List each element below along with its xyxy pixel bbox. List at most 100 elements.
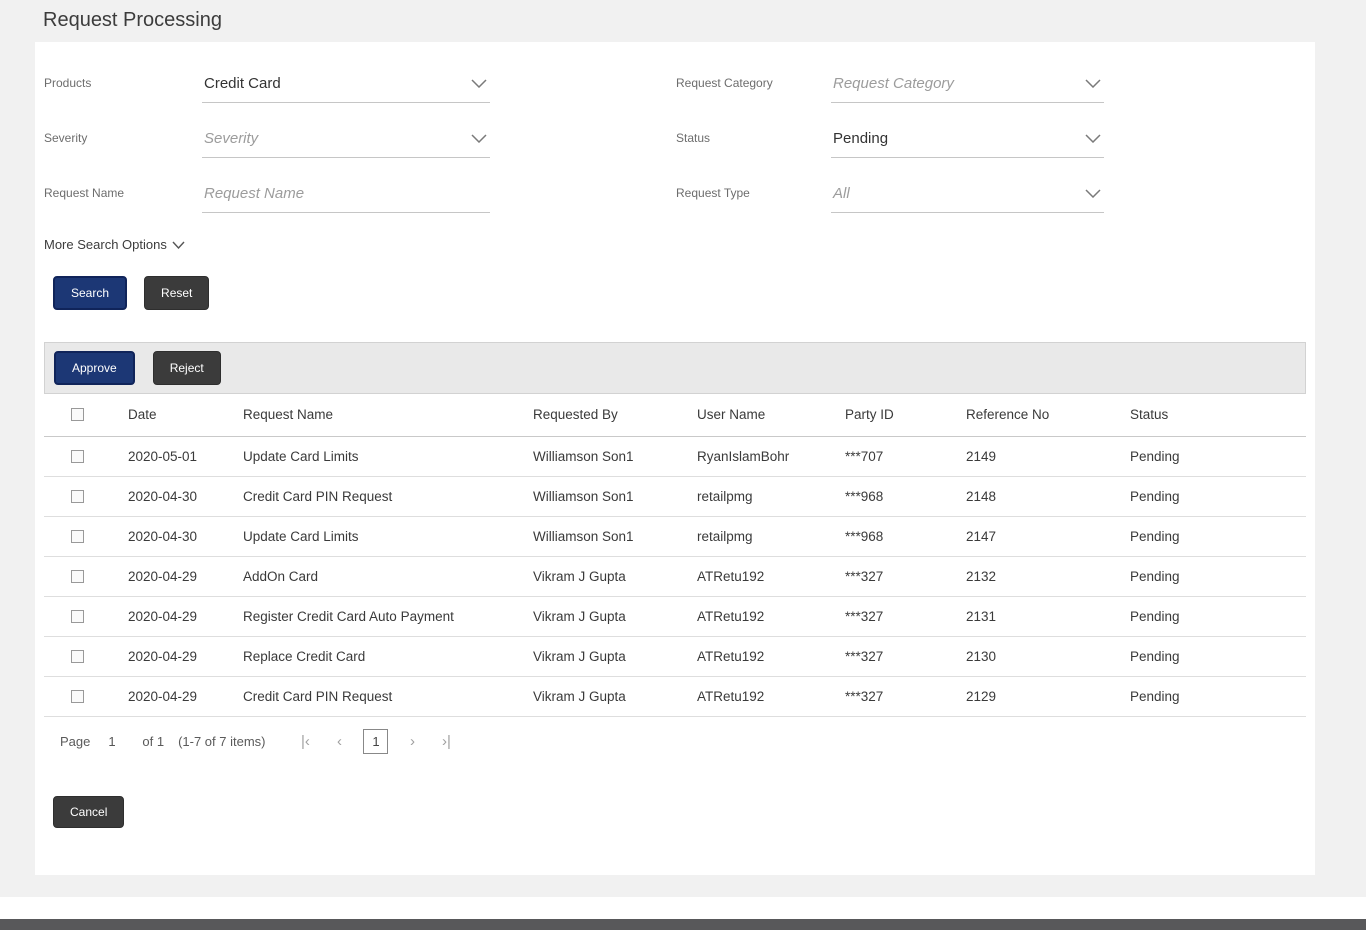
row-checkbox[interactable] bbox=[71, 490, 84, 503]
cell-date: 2020-04-30 bbox=[128, 476, 243, 516]
cell-reference-no: 2149 bbox=[966, 436, 1130, 476]
request-name-field[interactable] bbox=[202, 184, 490, 213]
page-label: Page bbox=[60, 734, 90, 749]
select-all-checkbox[interactable] bbox=[71, 408, 84, 421]
footer-bar bbox=[0, 919, 1366, 930]
cell-request-name: Update Card Limits bbox=[243, 436, 533, 476]
severity-select[interactable]: Severity bbox=[202, 129, 490, 158]
table-row: 2020-04-29 AddOn Card Vikram J Gupta ATR… bbox=[44, 556, 1306, 596]
cell-party-id: ***327 bbox=[845, 556, 966, 596]
request-category-select[interactable]: Request Category bbox=[831, 74, 1104, 103]
chevron-down-icon bbox=[172, 237, 185, 252]
prev-page-icon[interactable]: ‹ bbox=[329, 733, 349, 750]
products-select[interactable]: Credit Card bbox=[202, 74, 490, 103]
cell-party-id: ***327 bbox=[845, 596, 966, 636]
cell-reference-no: 2129 bbox=[966, 676, 1130, 716]
reset-button[interactable]: Reset bbox=[144, 276, 209, 310]
table-header-row: Date Request Name Requested By User Name… bbox=[44, 394, 1306, 436]
chevron-down-icon bbox=[1085, 134, 1101, 143]
cell-party-id: ***968 bbox=[845, 516, 966, 556]
footer-white-strip bbox=[0, 897, 1366, 919]
cell-requested-by: Williamson Son1 bbox=[533, 476, 697, 516]
requests-table: Date Request Name Requested By User Name… bbox=[44, 394, 1306, 717]
severity-label: Severity bbox=[44, 131, 202, 158]
cell-user-name: ATRetu192 bbox=[697, 556, 845, 596]
row-checkbox[interactable] bbox=[71, 690, 84, 703]
cell-status: Pending bbox=[1130, 556, 1306, 596]
cell-request-name: Credit Card PIN Request bbox=[243, 676, 533, 716]
cell-user-name: ATRetu192 bbox=[697, 596, 845, 636]
cell-requested-by: Vikram J Gupta bbox=[533, 556, 697, 596]
table-row: 2020-04-30 Update Card Limits Williamson… bbox=[44, 516, 1306, 556]
reject-button[interactable]: Reject bbox=[153, 351, 221, 385]
page-of-label: of 1 bbox=[142, 734, 164, 749]
col-user-name: User Name bbox=[697, 394, 845, 436]
pagination-nav: |‹ ‹ 1 › ›| bbox=[295, 729, 456, 754]
request-processing-card: Products Credit Card Request Category Re… bbox=[35, 42, 1315, 875]
severity-placeholder: Severity bbox=[204, 130, 258, 147]
cell-date: 2020-05-01 bbox=[128, 436, 243, 476]
request-type-value: All bbox=[833, 185, 850, 202]
next-page-icon[interactable]: › bbox=[402, 733, 422, 750]
last-page-icon[interactable]: ›| bbox=[436, 733, 456, 750]
request-category-placeholder: Request Category bbox=[833, 75, 954, 92]
more-search-options-link[interactable]: More Search Options bbox=[44, 237, 185, 252]
row-checkbox[interactable] bbox=[71, 450, 84, 463]
status-select[interactable]: Pending bbox=[831, 129, 1104, 158]
cell-reference-no: 2131 bbox=[966, 596, 1130, 636]
cell-status: Pending bbox=[1130, 596, 1306, 636]
col-date: Date bbox=[128, 394, 243, 436]
cell-user-name: retailpmg bbox=[697, 476, 845, 516]
products-value: Credit Card bbox=[204, 75, 281, 92]
cell-requested-by: Vikram J Gupta bbox=[533, 596, 697, 636]
cell-request-name: Register Credit Card Auto Payment bbox=[243, 596, 533, 636]
search-button[interactable]: Search bbox=[53, 276, 127, 310]
cell-party-id: ***327 bbox=[845, 636, 966, 676]
chevron-down-icon bbox=[1085, 189, 1101, 198]
cell-reference-no: 2147 bbox=[966, 516, 1130, 556]
first-page-icon[interactable]: |‹ bbox=[295, 733, 315, 750]
row-checkbox[interactable] bbox=[71, 610, 84, 623]
cell-requested-by: Vikram J Gupta bbox=[533, 636, 697, 676]
cell-status: Pending bbox=[1130, 636, 1306, 676]
table-row: 2020-04-29 Replace Credit Card Vikram J … bbox=[44, 636, 1306, 676]
cell-status: Pending bbox=[1130, 476, 1306, 516]
actions-toolbar: Approve Reject bbox=[44, 342, 1306, 394]
request-type-select[interactable]: All bbox=[831, 184, 1104, 213]
approve-button[interactable]: Approve bbox=[54, 351, 135, 385]
cell-party-id: ***968 bbox=[845, 476, 966, 516]
current-page-button[interactable]: 1 bbox=[363, 729, 388, 754]
chevron-down-icon bbox=[471, 134, 487, 143]
items-count-label: (1-7 of 7 items) bbox=[178, 734, 265, 749]
cell-request-name: Update Card Limits bbox=[243, 516, 533, 556]
table-row: 2020-04-30 Credit Card PIN Request Willi… bbox=[44, 476, 1306, 516]
cancel-button[interactable]: Cancel bbox=[53, 796, 124, 828]
row-checkbox[interactable] bbox=[71, 530, 84, 543]
request-name-input[interactable] bbox=[204, 185, 487, 202]
table-row: 2020-04-29 Credit Card PIN Request Vikra… bbox=[44, 676, 1306, 716]
cell-requested-by: Vikram J Gupta bbox=[533, 676, 697, 716]
status-label: Status bbox=[676, 131, 831, 158]
products-label: Products bbox=[44, 76, 202, 103]
cell-reference-no: 2130 bbox=[966, 636, 1130, 676]
row-checkbox[interactable] bbox=[71, 650, 84, 663]
request-category-label: Request Category bbox=[676, 76, 831, 103]
page-number-input[interactable] bbox=[108, 734, 142, 749]
cell-request-name: Replace Credit Card bbox=[243, 636, 533, 676]
col-status: Status bbox=[1130, 394, 1306, 436]
cell-user-name: ATRetu192 bbox=[697, 636, 845, 676]
chevron-down-icon bbox=[471, 79, 487, 88]
cell-requested-by: Williamson Son1 bbox=[533, 436, 697, 476]
cell-date: 2020-04-29 bbox=[128, 636, 243, 676]
col-requested-by: Requested By bbox=[533, 394, 697, 436]
cell-date: 2020-04-29 bbox=[128, 596, 243, 636]
cell-reference-no: 2148 bbox=[966, 476, 1130, 516]
cell-status: Pending bbox=[1130, 676, 1306, 716]
col-request-name: Request Name bbox=[243, 394, 533, 436]
table-row: 2020-05-01 Update Card Limits Williamson… bbox=[44, 436, 1306, 476]
cell-status: Pending bbox=[1130, 436, 1306, 476]
row-checkbox[interactable] bbox=[71, 570, 84, 583]
cell-requested-by: Williamson Son1 bbox=[533, 516, 697, 556]
cell-request-name: AddOn Card bbox=[243, 556, 533, 596]
cell-reference-no: 2132 bbox=[966, 556, 1130, 596]
